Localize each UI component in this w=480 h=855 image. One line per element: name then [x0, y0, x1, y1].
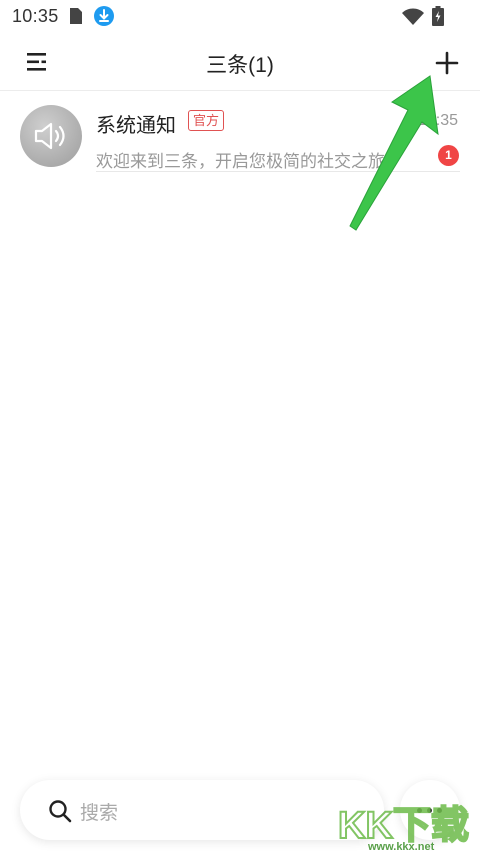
- search-icon: [49, 800, 72, 823]
- page-title: 三条(1): [206, 54, 274, 77]
- watermark-url: www.kkx.net: [368, 841, 435, 853]
- status-time: 10:35: [12, 6, 59, 26]
- sd-card-icon: [70, 8, 82, 24]
- avatar: [20, 105, 82, 167]
- add-icon[interactable]: [432, 48, 462, 78]
- row-divider: [96, 171, 460, 172]
- app-header: 三条(1): [0, 38, 480, 88]
- speaker-icon: [34, 122, 65, 150]
- official-badge: 官方: [188, 110, 225, 131]
- battery-icon: [432, 6, 444, 26]
- status-bar: 10:35: [0, 0, 480, 34]
- download-icon: [94, 6, 114, 26]
- wifi-icon: [402, 8, 424, 25]
- menu-icon[interactable]: [24, 50, 50, 74]
- more-dots-icon: [417, 808, 422, 813]
- chat-preview: 欢迎来到三条，开启您极简的社交之旅: [96, 152, 385, 171]
- search-placeholder: 搜索: [80, 803, 119, 824]
- chat-name: 系统通知: [96, 115, 176, 137]
- chat-item-system-notice[interactable]: 系统通知 官方 10:35 欢迎来到三条，开启您极简的社交之旅 1: [0, 91, 480, 173]
- more-button[interactable]: [400, 780, 460, 840]
- unread-badge: 1: [438, 145, 459, 166]
- chat-time: 10:35: [417, 112, 458, 129]
- search-bar[interactable]: 搜索: [20, 780, 384, 840]
